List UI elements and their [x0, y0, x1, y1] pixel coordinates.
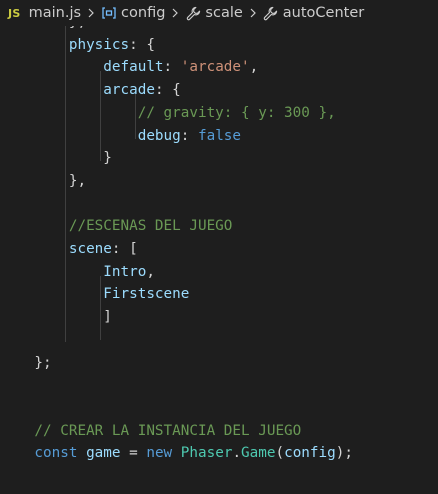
code-line[interactable]: Firstscene [0, 283, 189, 306]
code-token: new [146, 445, 173, 462]
code-token: game [86, 445, 121, 462]
code-token: Game [241, 445, 276, 462]
code-token: default [0, 59, 164, 76]
code-token: const [0, 445, 78, 462]
code-token: : { [129, 36, 155, 53]
code-token: . [232, 445, 242, 462]
code-token: : [163, 59, 181, 76]
code-token: ); [335, 445, 353, 462]
breadcrumb-item-scale[interactable]: scale [185, 5, 243, 21]
variable-bracket-icon [101, 5, 117, 21]
breadcrumb-file-name: main.js [28, 5, 82, 21]
code-token: physics [0, 36, 130, 53]
code-line[interactable]: ] [0, 306, 112, 329]
code-token: config [284, 445, 336, 462]
wrench-icon [263, 5, 279, 21]
code-line[interactable]: }, [0, 170, 86, 193]
code-line[interactable]: arcade: { [0, 79, 181, 102]
code-token: 'arcade' [180, 59, 250, 76]
code-token: arcade [0, 82, 155, 99]
code-token: Phaser [180, 445, 233, 462]
code-line[interactable]: debug: false [0, 125, 241, 148]
code-token: ] [0, 309, 112, 326]
code-token: // CREAR LA INSTANCIA DEL JUEGO [0, 422, 302, 439]
code-line[interactable]: }; [0, 352, 52, 375]
code-token: false [197, 127, 242, 144]
code-token: : { [154, 82, 181, 99]
code-token: debug [0, 127, 181, 144]
code-line[interactable]: default: 'arcade', [0, 56, 258, 79]
breadcrumb-file[interactable]: JS main.js [0, 5, 81, 21]
code-token: }, [0, 172, 87, 189]
breadcrumb-item-label: autoCenter [282, 5, 365, 21]
code-line[interactable]: //ESCENAS DEL JUEGO [0, 215, 233, 238]
code-token: , [249, 59, 259, 76]
breadcrumb-item-autocenter[interactable]: autoCenter [263, 5, 364, 21]
chevron-right-icon [246, 6, 260, 20]
chevron-right-icon [168, 6, 182, 20]
code-line[interactable]: scene: [ [0, 238, 138, 261]
code-line[interactable]: const game = new Phaser.Game(config); [0, 442, 353, 465]
javascript-file-icon: JS [8, 6, 21, 20]
breadcrumb: JS main.js config scale autoCenter [0, 0, 438, 26]
code-line[interactable]: // gravity: { y: 300 }, [0, 102, 336, 125]
code-line[interactable]: } [0, 147, 112, 170]
code-token: , [146, 263, 155, 280]
code-token: = [120, 445, 147, 462]
chevron-right-icon [84, 6, 98, 20]
breadcrumb-item-label: config [121, 5, 166, 21]
code-token: Firstscene [0, 286, 190, 303]
code-token: }; [0, 354, 52, 371]
code-token: // gravity: { y: 300 }, [0, 104, 336, 121]
code-token: }, [0, 26, 86, 30]
code-token: //ESCENAS DEL JUEGO [0, 218, 233, 235]
code-token: Intro [0, 263, 147, 280]
code-token: } [0, 150, 112, 167]
code-editor[interactable]: }, physics: { default: 'arcade', arcade:… [0, 26, 438, 494]
code-token: : [ [111, 241, 138, 257]
wrench-icon [185, 5, 201, 21]
breadcrumb-item-label: scale [205, 5, 243, 21]
code-line[interactable]: }, [0, 26, 86, 34]
code-token: ( [275, 445, 285, 462]
breadcrumb-item-config[interactable]: config [101, 5, 165, 21]
code-token: : [180, 127, 198, 144]
code-line[interactable]: physics: { [0, 34, 155, 57]
code-line[interactable]: Intro, [0, 261, 155, 284]
code-token: scene [0, 241, 112, 257]
code-line[interactable]: // CREAR LA INSTANCIA DEL JUEGO [0, 420, 301, 443]
